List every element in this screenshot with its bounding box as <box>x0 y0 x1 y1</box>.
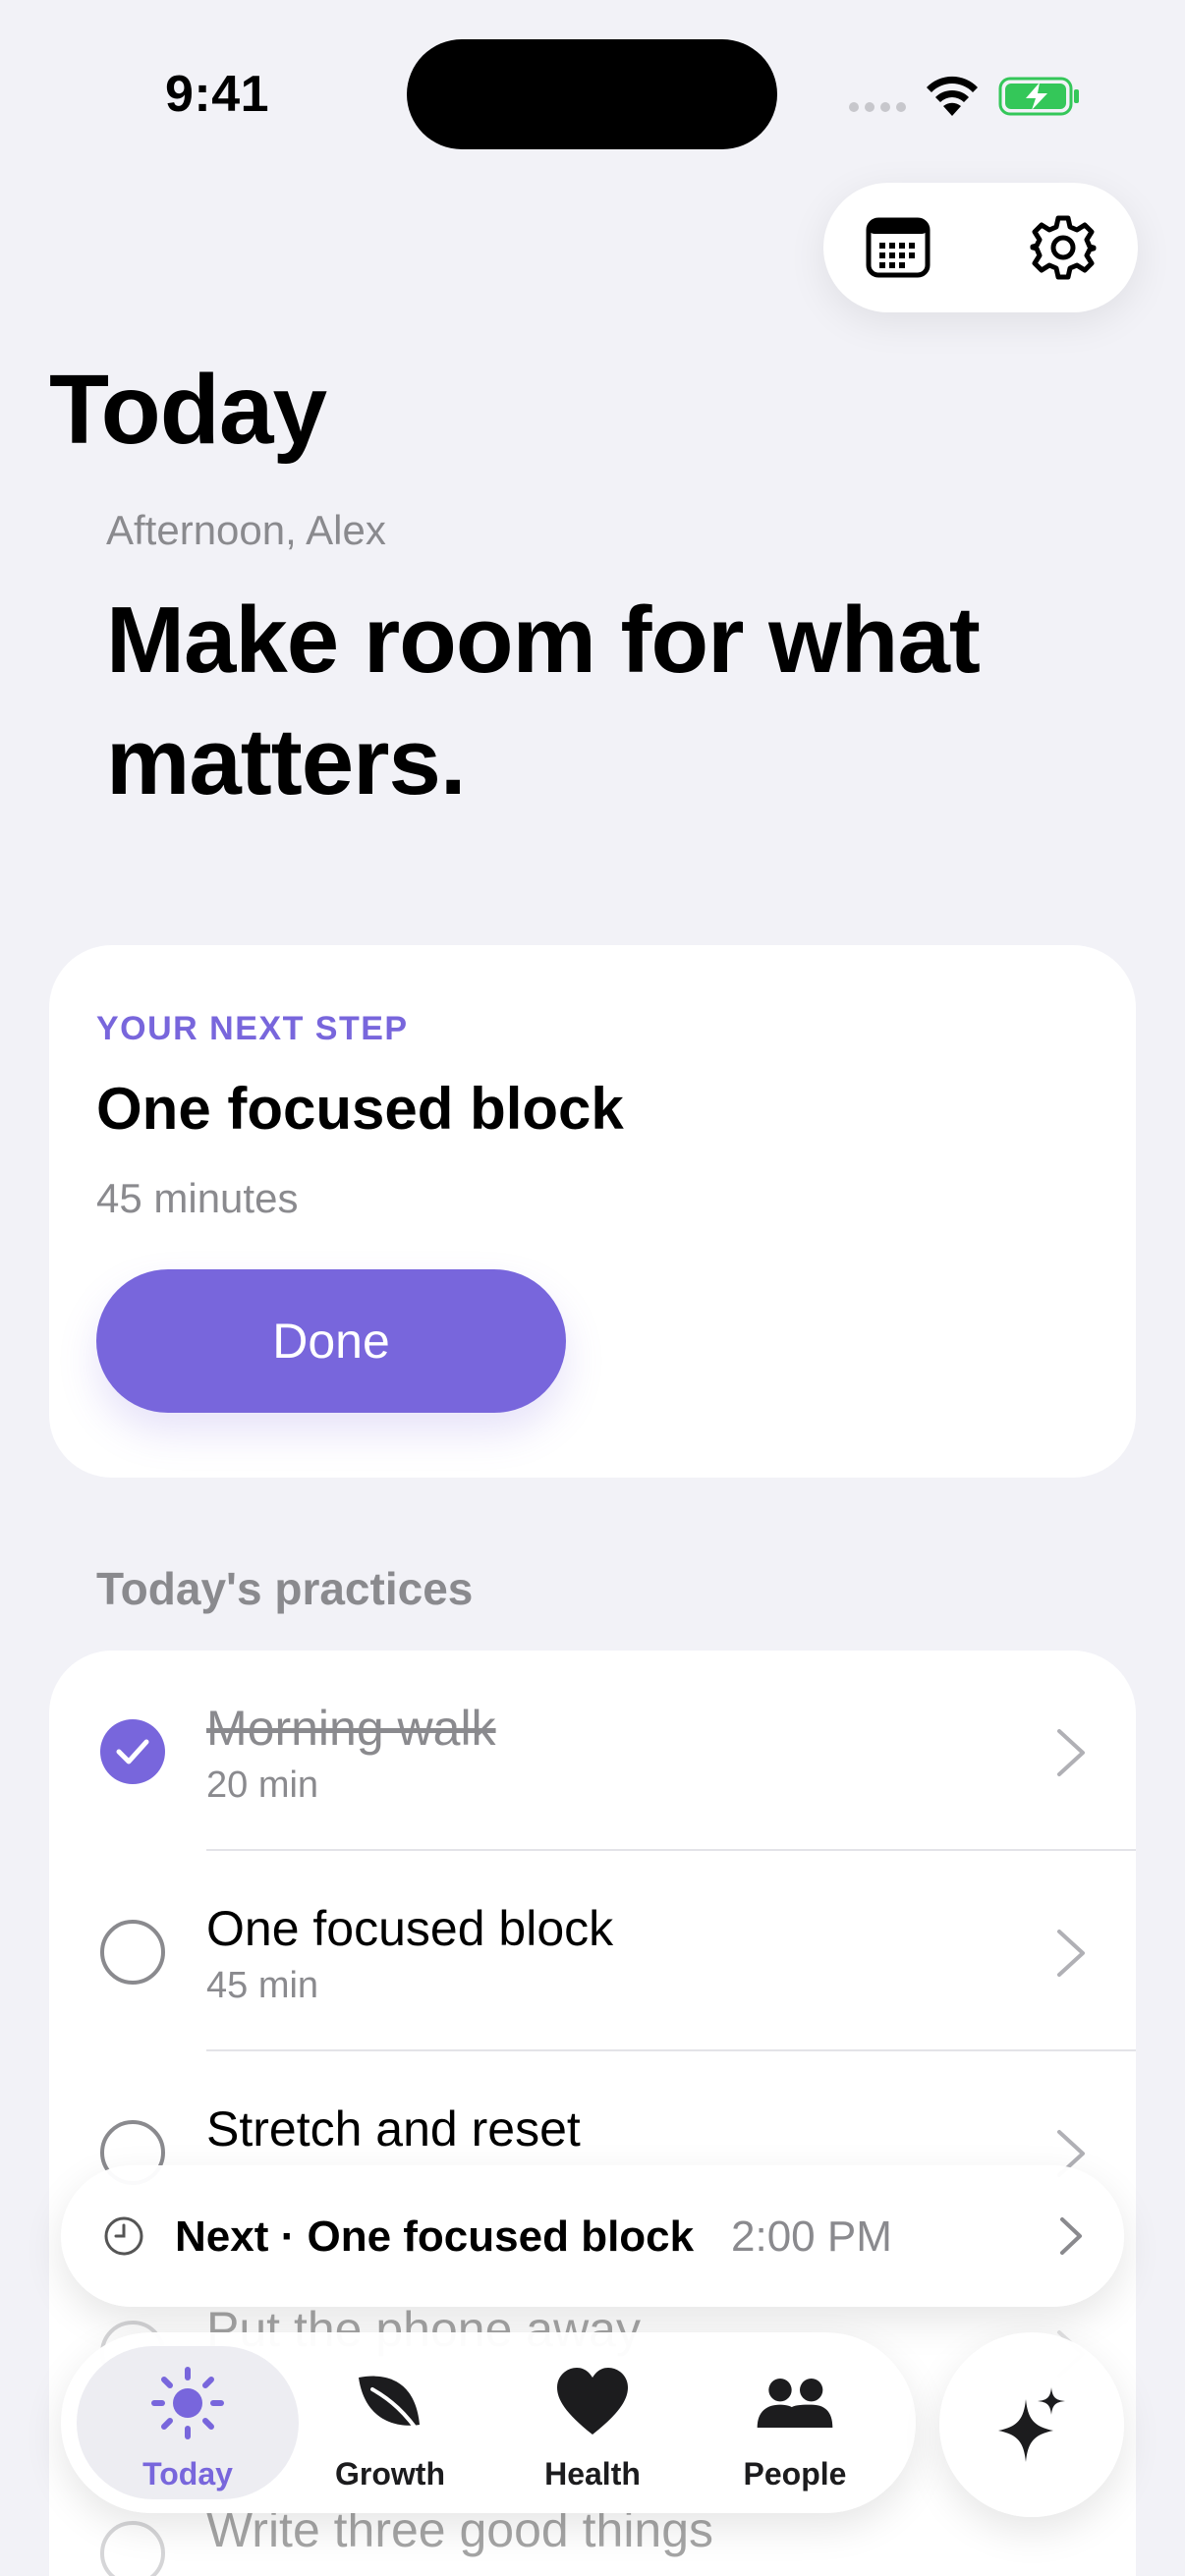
practice-name: Stretch and reset <box>206 2101 581 2156</box>
calendar-button[interactable] <box>863 212 933 283</box>
battery-charging-icon <box>998 77 1079 116</box>
dynamic-island <box>407 39 777 149</box>
page-title: Today <box>49 355 327 465</box>
next-up-banner[interactable]: Next · One focused block 2:00 PM <box>61 2165 1124 2307</box>
practice-checkbox[interactable] <box>100 1920 165 1985</box>
greeting-text: Afternoon, Alex <box>106 507 386 553</box>
tab-people[interactable]: People <box>684 2346 906 2499</box>
people-icon <box>756 2364 834 2442</box>
practice-name: Morning walk <box>206 1701 496 1756</box>
sun-icon <box>148 2364 227 2442</box>
tab-label: Growth <box>335 2456 445 2492</box>
gear-icon <box>1030 215 1097 280</box>
chevron-right-icon <box>1057 1930 1085 1977</box>
cellular-signal-icon <box>849 102 908 116</box>
chevron-right-icon <box>1060 2217 1082 2255</box>
status-time: 9:41 <box>165 66 270 123</box>
next-step-card: YOUR NEXT STEP One focused block 45 minu… <box>49 945 1136 1478</box>
practices-section-label: Today's practices <box>96 1563 474 1614</box>
practice-checkbox[interactable] <box>100 2521 165 2576</box>
practice-duration: 45 min <box>206 1965 319 2006</box>
tab-today[interactable]: Today <box>77 2346 299 2499</box>
practice-checkbox-checked[interactable] <box>100 1719 165 1784</box>
assistant-button[interactable] <box>939 2332 1124 2517</box>
banner-title: Next · One focused block <box>175 2212 695 2261</box>
banner-time: 2:00 PM <box>731 2212 892 2261</box>
next-step-duration: 45 minutes <box>96 1175 299 1221</box>
clock-icon <box>104 2216 143 2256</box>
heart-icon <box>553 2364 632 2442</box>
next-step-title: One focused block <box>96 1076 624 1142</box>
sparkles-icon <box>998 2387 1065 2462</box>
leaf-icon <box>351 2364 429 2442</box>
tab-growth[interactable]: Growth <box>279 2346 501 2499</box>
practice-row-morning-walk[interactable]: Morning walk 20 min <box>49 1651 1136 1851</box>
chevron-right-icon <box>1057 1729 1085 1776</box>
wifi-icon <box>927 76 978 116</box>
status-bar: 9:41 <box>0 0 1185 187</box>
settings-button[interactable] <box>1028 212 1099 283</box>
hero-headline: Make room for what matters. <box>106 588 981 814</box>
checkmark-icon <box>116 1739 149 1764</box>
calendar-icon <box>866 217 931 278</box>
practice-name: One focused block <box>206 1901 614 1956</box>
practice-row-focused-block[interactable]: One focused block 45 min <box>49 1851 1136 2051</box>
tab-health[interactable]: Health <box>481 2346 704 2499</box>
done-button[interactable]: Done <box>96 1269 566 1413</box>
tab-label: Health <box>544 2456 641 2492</box>
next-step-eyebrow: YOUR NEXT STEP <box>96 1010 409 1047</box>
tab-bar: Today Growth Health People <box>61 2332 916 2513</box>
tab-label: People <box>743 2456 847 2492</box>
top-toolbar <box>823 183 1138 312</box>
tab-label: Today <box>142 2456 233 2492</box>
practice-duration: 20 min <box>206 1764 319 1806</box>
